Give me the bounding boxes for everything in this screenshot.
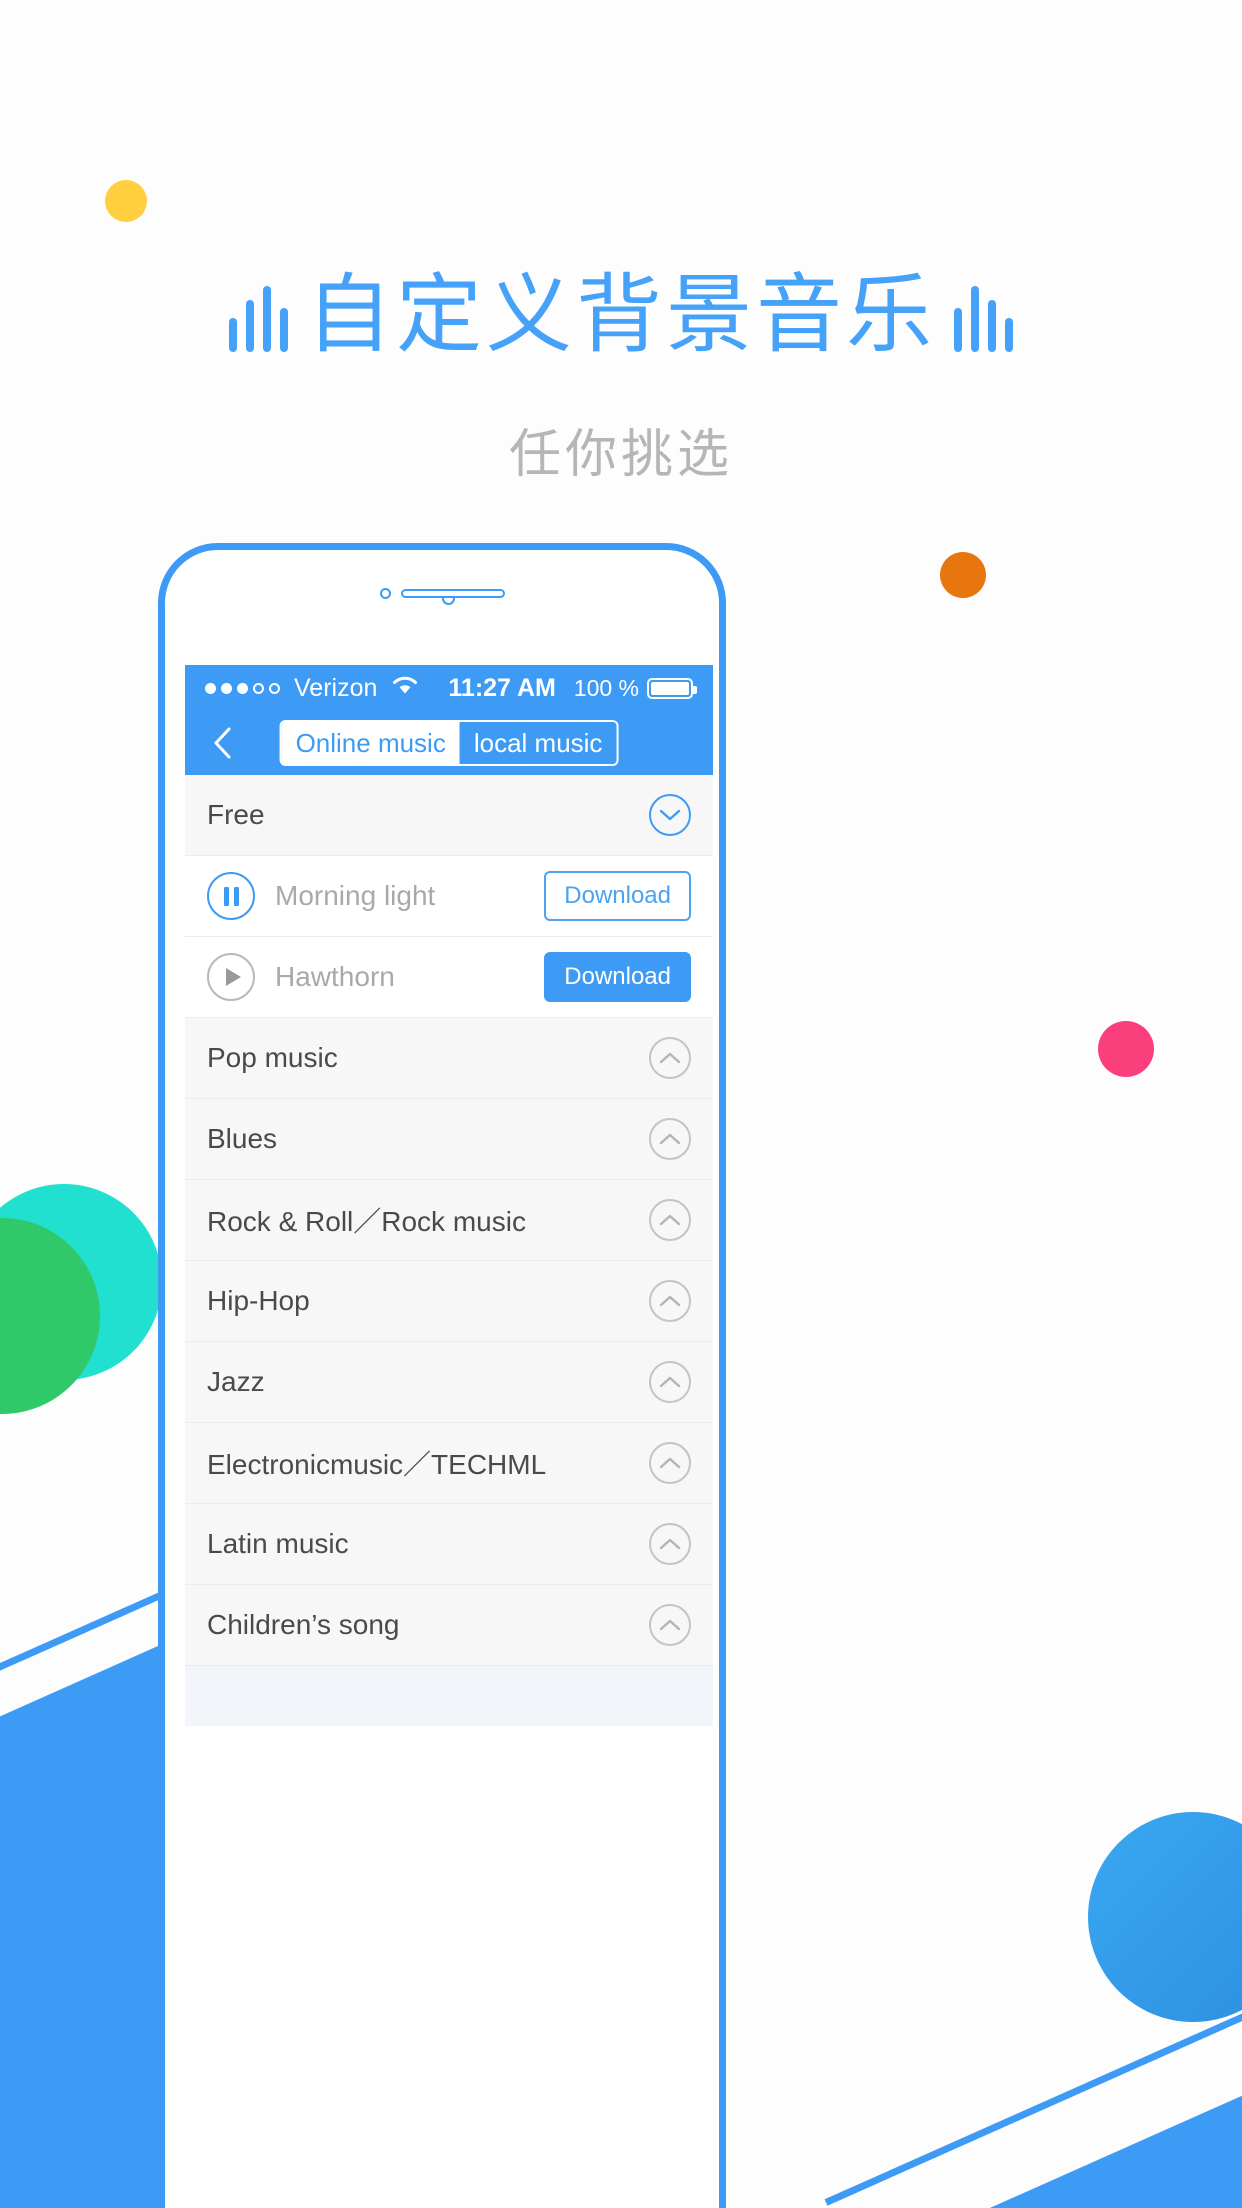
- chevron-up-circle-icon[interactable]: [649, 1199, 691, 1241]
- carrier-label: Verizon: [294, 673, 378, 702]
- pause-circle-icon[interactable]: [207, 872, 255, 920]
- genre-row-childrens-song[interactable]: Children’s song: [185, 1585, 713, 1666]
- wifi-icon: [390, 674, 420, 703]
- section-header-free[interactable]: Free: [185, 775, 713, 856]
- genre-row-rock[interactable]: Rock & Roll／Rock music: [185, 1180, 713, 1261]
- genre-row-blues[interactable]: Blues: [185, 1099, 713, 1180]
- phone-screen: Verizon 11:27 AM 100 % Online music loca…: [185, 665, 713, 2208]
- equalizer-icon-left: [229, 278, 288, 352]
- phone-speaker-row: [165, 588, 719, 599]
- genre-row-hip-hop[interactable]: Hip-Hop: [185, 1261, 713, 1342]
- genre-row-electronic[interactable]: Electronicmusic／TECHML: [185, 1423, 713, 1504]
- section-header-label: Free: [207, 799, 265, 830]
- genre-label: Latin music: [207, 1528, 349, 1559]
- download-button[interactable]: Download: [544, 952, 691, 1002]
- battery-area: 100 %: [573, 674, 697, 702]
- chevron-up-circle-icon[interactable]: [649, 1523, 691, 1565]
- back-button[interactable]: [201, 722, 243, 764]
- page-title: 自定义背景音乐: [306, 265, 936, 365]
- track-row-hawthorn[interactable]: Hawthorn Download: [185, 937, 713, 1018]
- equalizer-icon-right: [954, 278, 1013, 352]
- battery-percent-label: 100 %: [573, 674, 639, 701]
- page-subtitle: 任你挑选: [508, 425, 733, 485]
- sensor-icon: [379, 588, 391, 599]
- genre-label: Electronicmusic／TECHML: [207, 1449, 547, 1480]
- chevron-up-circle-icon[interactable]: [649, 1361, 691, 1403]
- genre-row-latin[interactable]: Latin music: [185, 1504, 713, 1585]
- track-row-morning-light[interactable]: Morning light Download: [185, 856, 713, 937]
- tab-online-music[interactable]: Online music: [281, 722, 460, 764]
- nav-bar: Online music local music: [185, 711, 713, 775]
- earpiece-speaker-icon: [400, 589, 505, 598]
- download-button[interactable]: Download: [544, 871, 691, 921]
- chevron-down-circle-icon[interactable]: [649, 794, 691, 836]
- genre-label: Children’s song: [207, 1609, 400, 1640]
- chevron-up-circle-icon[interactable]: [649, 1037, 691, 1079]
- decor-dot-orange: [940, 552, 986, 598]
- genre-row-pop-music[interactable]: Pop music: [185, 1018, 713, 1099]
- decor-dot-blue: [1088, 1812, 1242, 2022]
- clock-label: 11:27 AM: [448, 673, 556, 702]
- genre-row-jazz[interactable]: Jazz: [185, 1342, 713, 1423]
- genre-label: Rock & Roll／Rock music: [207, 1206, 526, 1237]
- hero-headline-row: 自定义背景音乐: [0, 272, 1242, 358]
- chevron-left-icon: [214, 727, 231, 759]
- chevron-up-circle-icon[interactable]: [649, 1280, 691, 1322]
- decor-dot-yellow: [105, 180, 147, 222]
- genre-label: Blues: [207, 1123, 278, 1154]
- status-bar: Verizon 11:27 AM 100 %: [185, 665, 713, 711]
- signal-strength-icon: [205, 682, 280, 694]
- decor-dot-pink: [1098, 1021, 1154, 1077]
- track-title: Hawthorn: [275, 961, 395, 992]
- promo-page: 自定义背景音乐 任你挑选 Verizon 11:27 AM 100 % Onli…: [0, 0, 1242, 2208]
- music-list: Free Morning light Download Hawthorn Dow…: [185, 775, 713, 1726]
- tab-local-music[interactable]: local music: [459, 722, 617, 764]
- chevron-up-circle-icon[interactable]: [649, 1118, 691, 1160]
- genre-label: Pop music: [207, 1042, 338, 1073]
- genre-label: Hip-Hop: [207, 1285, 310, 1316]
- play-circle-icon[interactable]: [207, 953, 255, 1001]
- track-title: Morning light: [275, 880, 436, 911]
- phone-mockup: Verizon 11:27 AM 100 % Online music loca…: [158, 543, 726, 2208]
- list-bottom-spacer: [185, 1666, 713, 1726]
- segmented-control[interactable]: Online music local music: [279, 720, 619, 766]
- battery-full-icon: [647, 677, 697, 699]
- genre-label: Jazz: [207, 1366, 265, 1397]
- chevron-up-circle-icon[interactable]: [649, 1442, 691, 1484]
- chevron-up-circle-icon[interactable]: [649, 1604, 691, 1646]
